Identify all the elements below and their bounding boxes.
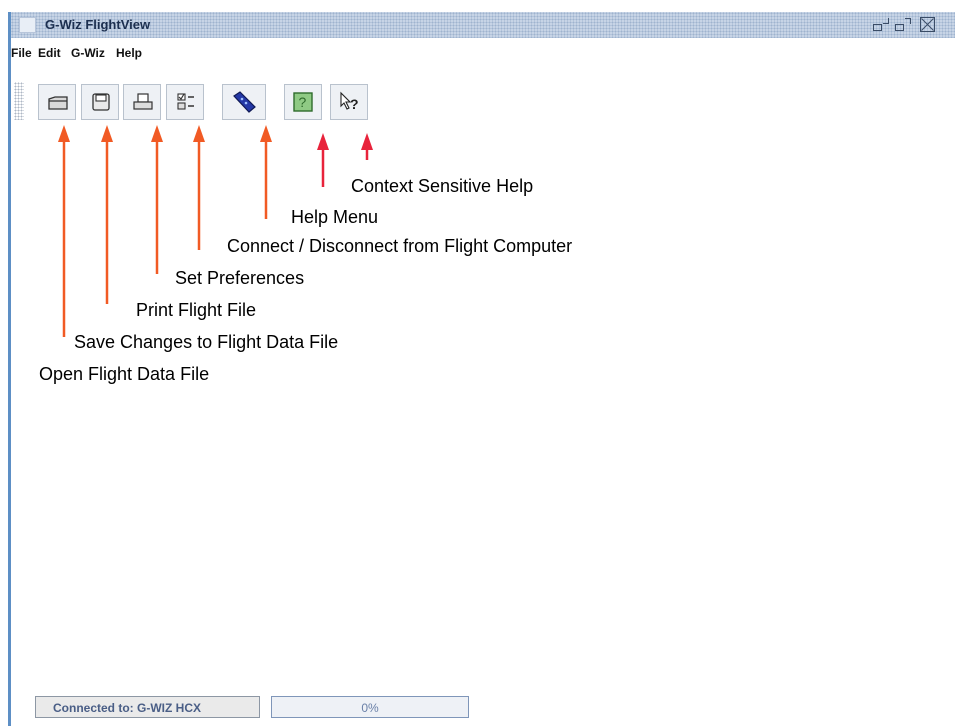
- label-preferences: Set Preferences: [175, 268, 305, 288]
- application-window: G-Wiz FlightView File Edit G-Wiz Help ? …: [8, 12, 955, 726]
- label-connect: Connect / Disconnect from Flight Compute…: [227, 236, 573, 256]
- arrow-preferences: [193, 125, 205, 250]
- arrow-context-help: [361, 133, 373, 160]
- progress-bar: 0%: [271, 696, 469, 718]
- label-help-menu: Help Menu: [291, 207, 379, 227]
- label-save: Save Changes to Flight Data File: [74, 332, 339, 352]
- arrow-open: [58, 125, 70, 337]
- status-bar: Connected to: G-WIZ HCX 0%: [23, 692, 483, 718]
- label-print: Print Flight File: [136, 300, 257, 320]
- arrow-save: [101, 125, 113, 304]
- arrow-print: [151, 125, 163, 274]
- label-open: Open Flight Data File: [39, 364, 210, 384]
- arrow-help: [317, 133, 329, 187]
- label-context-help: Context Sensitive Help: [351, 176, 534, 196]
- connection-status: Connected to: G-WIZ HCX: [35, 696, 260, 718]
- arrow-connect: [260, 125, 272, 219]
